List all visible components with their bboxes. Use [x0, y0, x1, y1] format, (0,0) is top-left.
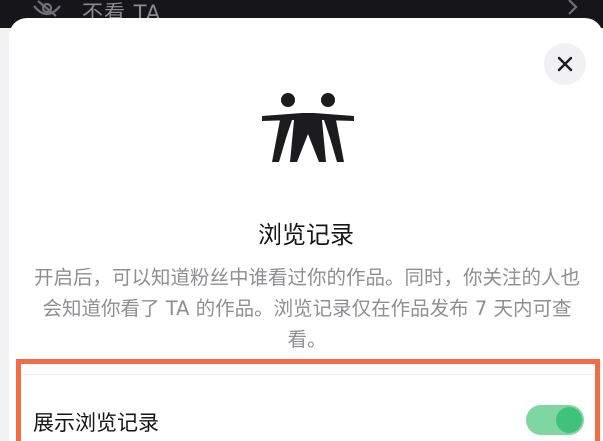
show-history-toggle[interactable]	[526, 405, 584, 435]
eye-off-icon	[33, 0, 61, 17]
toggle-knob	[556, 407, 582, 433]
page-title: 浏览记录	[258, 221, 354, 249]
setting-label: 展示浏览记录	[33, 411, 159, 435]
close-button[interactable]	[544, 43, 586, 85]
close-icon	[557, 56, 573, 72]
description-text: 开启后，可以知道粉丝中谁看过你的作品。同时，你关注的人也会知道你看了 TA 的作…	[33, 266, 580, 351]
chevron-right-icon	[568, 0, 578, 15]
people-icon	[262, 93, 354, 162]
divider	[21, 374, 595, 375]
